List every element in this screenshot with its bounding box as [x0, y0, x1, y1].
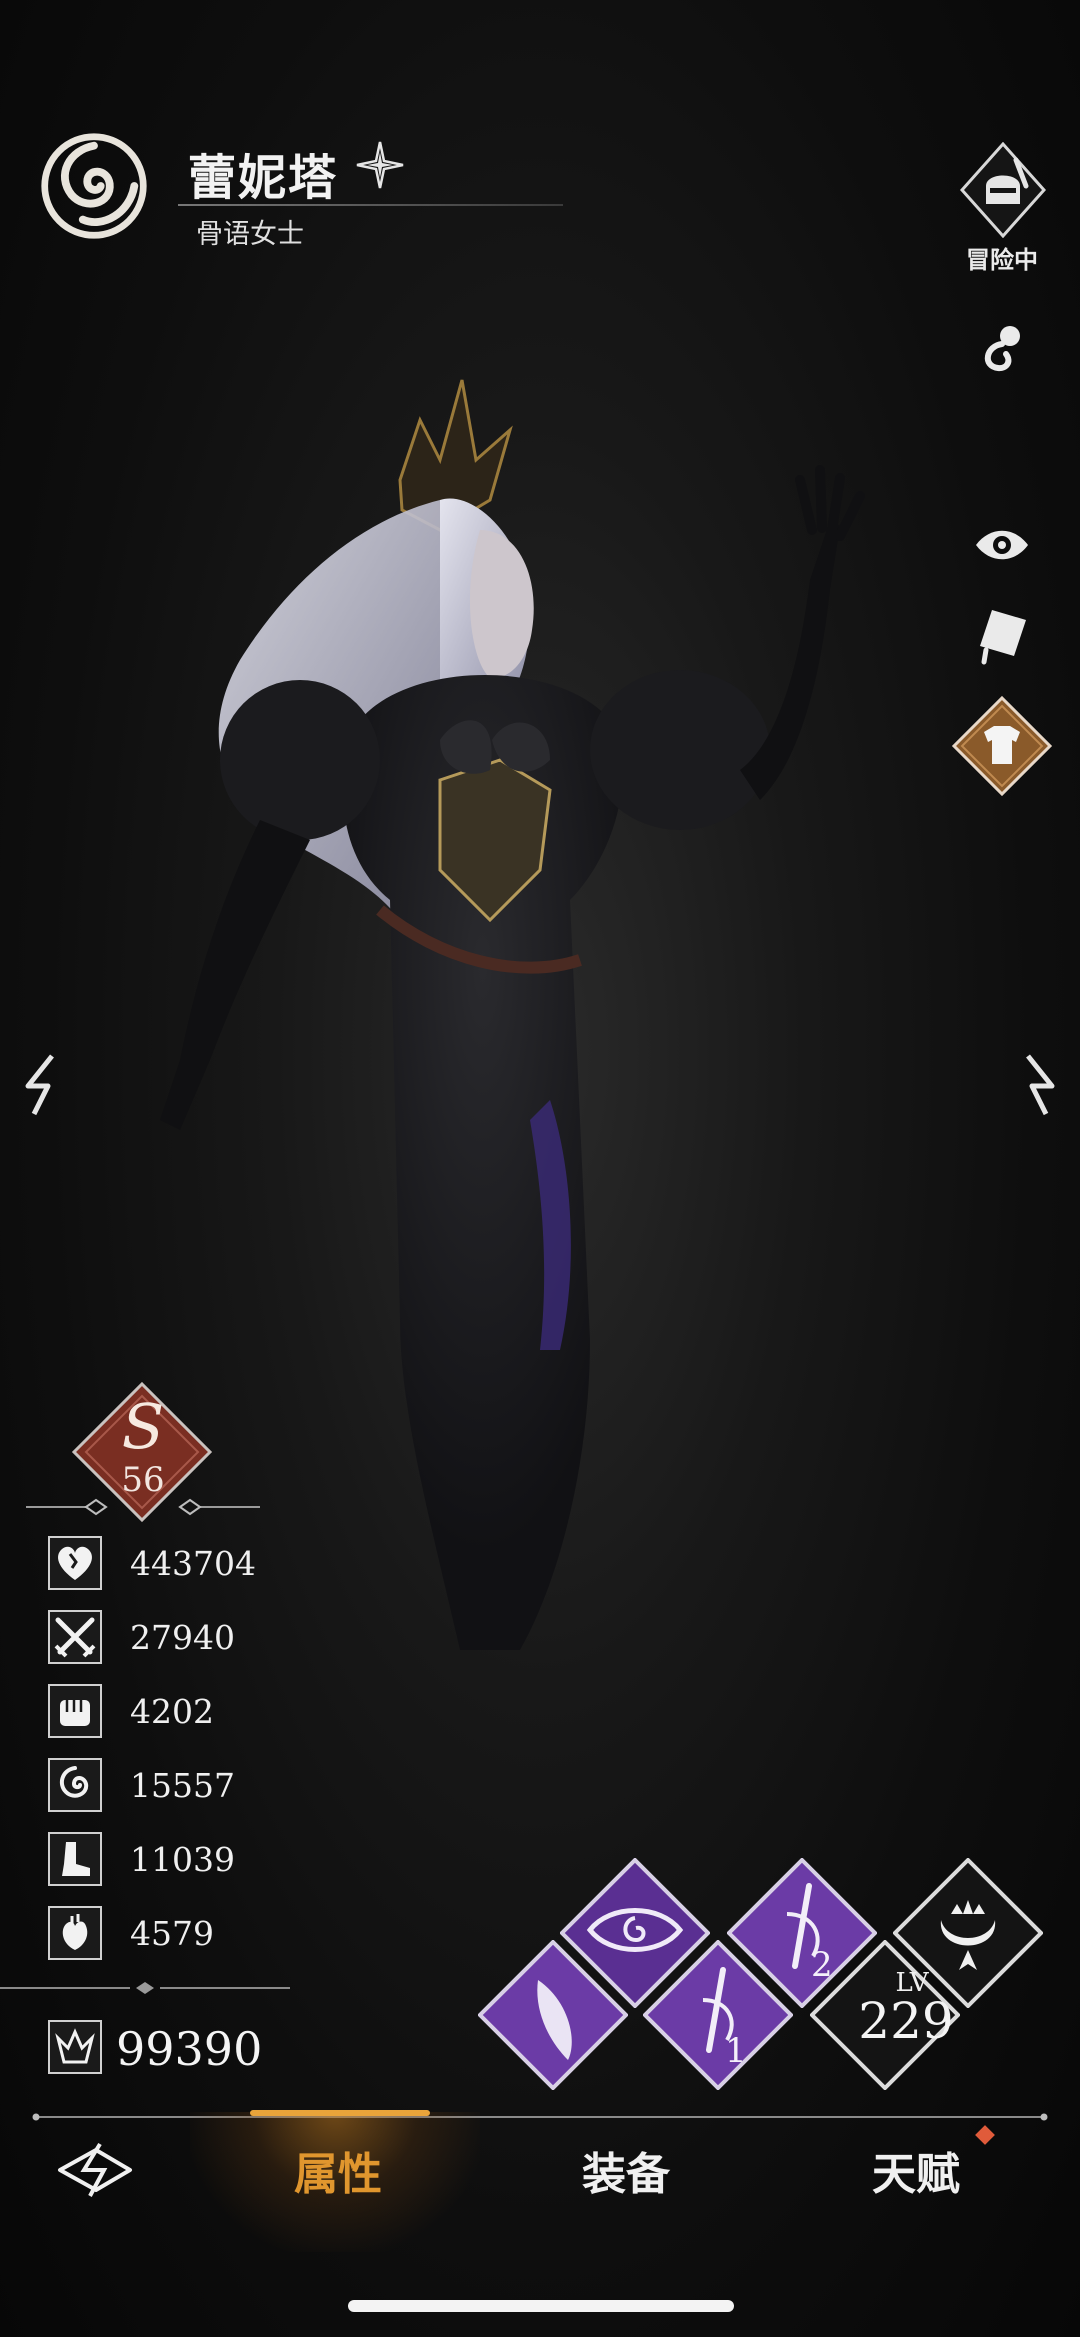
stat-value: 15557	[130, 1766, 235, 1805]
stat-value: 11039	[130, 1840, 235, 1879]
back-arrow-icon[interactable]	[56, 2140, 136, 2200]
stat-row-health: 443704	[48, 1536, 348, 1594]
stat-row-magic: 15557	[48, 1758, 348, 1816]
eye-icon[interactable]	[972, 520, 1032, 570]
stats-divider	[0, 1982, 290, 1994]
active-tab-indicator	[250, 2110, 430, 2116]
fist-icon	[48, 1684, 102, 1738]
swirl-icon	[48, 1758, 102, 1812]
tab-talent[interactable]: 天赋	[816, 2138, 1016, 2202]
hero-title: 骨语女士	[196, 219, 304, 250]
stat-row-strength: 4202	[48, 1684, 348, 1742]
boot-icon	[48, 1832, 102, 1886]
card-tag-icon[interactable]	[974, 604, 1034, 666]
pacifier-icon[interactable]	[972, 318, 1034, 380]
four-point-star-icon	[356, 141, 404, 189]
skill-crescent-crown[interactable]	[893, 1858, 1043, 2008]
anatomical-heart-icon	[48, 1906, 102, 1960]
stat-value: 443704	[130, 1544, 256, 1583]
previous-hero-arrow[interactable]	[18, 1050, 68, 1120]
svg-text:1: 1	[725, 2031, 747, 2071]
stat-value: 4579	[130, 1914, 214, 1953]
crown-power-icon	[48, 2020, 102, 2074]
stat-row-speed: 11039	[48, 1832, 348, 1890]
crossed-swords-icon	[48, 1610, 102, 1664]
rank-ornament	[26, 1498, 260, 1516]
adventure-status-label: 冒险中	[966, 245, 1038, 274]
outfit-shirt-icon[interactable]	[950, 694, 1054, 798]
character-screen: 蕾妮塔 骨语女士 冒险中 S 56 443704 27940 4202 1555…	[0, 0, 1080, 2337]
stat-value: 27940	[130, 1618, 235, 1657]
stat-row-attack: 27940	[48, 1610, 348, 1668]
nav-divider	[32, 2113, 1048, 2121]
next-hero-arrow[interactable]	[1012, 1050, 1062, 1120]
heart-health-icon	[48, 1536, 102, 1590]
hero-name: 蕾妮塔	[188, 150, 339, 206]
adventure-knight-icon[interactable]	[960, 142, 1046, 238]
combat-power-value: 99390	[116, 2022, 263, 2076]
tab-equipment[interactable]: 装备	[526, 2138, 726, 2202]
home-indicator[interactable]	[348, 2300, 734, 2312]
rank-number: 56	[121, 1460, 165, 1500]
stat-value: 4202	[130, 1692, 214, 1731]
rank-letter: S	[121, 1390, 165, 1463]
character-model[interactable]	[140, 360, 900, 1670]
tab-attributes[interactable]: 属性	[238, 2138, 438, 2202]
name-underline	[178, 204, 563, 206]
stat-row-vitality: 4579	[48, 1906, 348, 1964]
swirl-emblem-icon	[41, 133, 147, 239]
